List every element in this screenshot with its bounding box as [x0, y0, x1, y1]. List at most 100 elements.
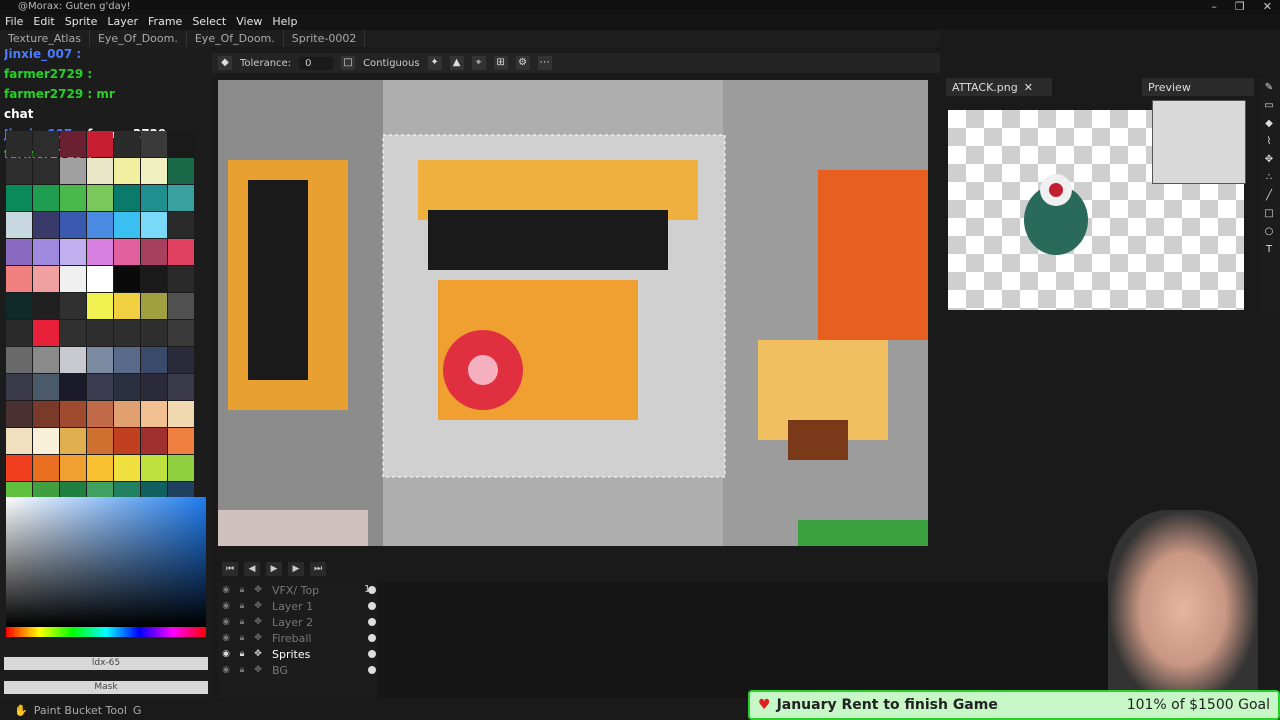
tab-sprite-0002[interactable]: Sprite-0002: [284, 30, 366, 47]
menu-layer[interactable]: Layer: [102, 14, 143, 30]
menu-sprite[interactable]: Sprite: [60, 14, 103, 30]
tolerance-input[interactable]: 0: [299, 56, 334, 70]
lock-icon[interactable]: 🔒︎: [234, 665, 250, 675]
menu-edit[interactable]: Edit: [28, 14, 59, 30]
palette-swatch[interactable]: [33, 320, 59, 346]
palette-swatch[interactable]: [6, 212, 32, 238]
palette-swatch[interactable]: [114, 374, 140, 400]
palette-swatch[interactable]: [168, 455, 194, 481]
mask-field[interactable]: Mask: [4, 681, 208, 694]
palette-swatch[interactable]: [6, 293, 32, 319]
palette-swatch[interactable]: [87, 212, 113, 238]
palette-swatch[interactable]: [114, 131, 140, 157]
palette-swatch[interactable]: [33, 131, 59, 157]
palette-swatch[interactable]: [60, 455, 86, 481]
palette-swatch[interactable]: [6, 455, 32, 481]
palette-swatch[interactable]: [114, 401, 140, 427]
palette-swatch[interactable]: [114, 455, 140, 481]
palette-swatch[interactable]: [168, 401, 194, 427]
lock-icon[interactable]: 🔒︎: [234, 617, 250, 627]
palette-swatch[interactable]: [60, 185, 86, 211]
eraser-icon[interactable]: ▭: [1263, 100, 1275, 114]
palette-swatch[interactable]: [33, 266, 59, 292]
palette-swatch[interactable]: [87, 374, 113, 400]
cel-dot[interactable]: [368, 618, 376, 626]
palette-swatch[interactable]: [141, 320, 167, 346]
menu-frame[interactable]: Frame: [143, 14, 187, 30]
palette-swatch[interactable]: [141, 158, 167, 184]
palette-swatch[interactable]: [60, 131, 86, 157]
rect-icon[interactable]: □: [1263, 208, 1275, 222]
palette-swatch[interactable]: [141, 131, 167, 157]
palette-swatch[interactable]: [60, 293, 86, 319]
palette-swatch[interactable]: [33, 401, 59, 427]
palette-swatch[interactable]: [141, 347, 167, 373]
palette-swatch[interactable]: [87, 320, 113, 346]
pencil-icon[interactable]: ✎: [1263, 82, 1275, 96]
cel-dot[interactable]: [368, 602, 376, 610]
play-icon[interactable]: ▶: [266, 562, 282, 576]
palette-swatch[interactable]: [87, 266, 113, 292]
palette-swatch[interactable]: [87, 158, 113, 184]
palette-swatch[interactable]: [141, 266, 167, 292]
palette-swatch[interactable]: [33, 455, 59, 481]
palette-swatch[interactable]: [168, 293, 194, 319]
palette-swatch[interactable]: [141, 401, 167, 427]
palette-swatch[interactable]: [6, 347, 32, 373]
palette-swatch[interactable]: [60, 239, 86, 265]
palette-swatch[interactable]: [60, 347, 86, 373]
pixel-perfect-icon[interactable]: ✦: [427, 56, 442, 70]
menu-help[interactable]: Help: [267, 14, 302, 30]
palette-swatch[interactable]: [87, 131, 113, 157]
lock-icon[interactable]: 🔒︎: [234, 633, 250, 643]
cel-dot[interactable]: [368, 650, 376, 658]
palette-swatch[interactable]: [33, 185, 59, 211]
palette-swatch[interactable]: [168, 266, 194, 292]
palette-swatch[interactable]: [87, 347, 113, 373]
layer-row[interactable]: ◉ 🔒︎ ✥ Sprites: [218, 646, 376, 662]
eye-icon[interactable]: ◉: [218, 585, 234, 595]
hex-field[interactable]: ldx-65: [4, 657, 208, 670]
first-frame-icon[interactable]: ⏮: [222, 562, 238, 576]
maximize-button[interactable]: ❐: [1235, 0, 1245, 13]
last-frame-icon[interactable]: ⏭: [310, 562, 326, 576]
palette-swatch[interactable]: [33, 374, 59, 400]
link-icon[interactable]: ✥: [250, 665, 266, 675]
eye-icon[interactable]: ◉: [218, 633, 234, 643]
palette-swatch[interactable]: [60, 401, 86, 427]
palette-swatch[interactable]: [87, 455, 113, 481]
move-icon[interactable]: ✥: [1263, 154, 1275, 168]
lock-icon[interactable]: 🔒︎: [234, 601, 250, 611]
palette-swatch[interactable]: [6, 320, 32, 346]
bucket-tool-icon[interactable]: ◆: [1263, 118, 1275, 132]
palette-swatch[interactable]: [168, 347, 194, 373]
palette-swatch[interactable]: [33, 347, 59, 373]
more-icon[interactable]: ⋯: [537, 56, 552, 70]
palette-swatch[interactable]: [6, 239, 32, 265]
palette-swatch[interactable]: [141, 374, 167, 400]
palette-swatch[interactable]: [60, 158, 86, 184]
palette-swatch[interactable]: [114, 347, 140, 373]
text-icon[interactable]: T: [1263, 244, 1275, 258]
palette-swatch[interactable]: [168, 185, 194, 211]
palette-swatch[interactable]: [141, 428, 167, 454]
palette-swatch[interactable]: [168, 374, 194, 400]
palette-swatch[interactable]: [6, 158, 32, 184]
prev-frame-icon[interactable]: ◀: [244, 562, 260, 576]
palette-swatch[interactable]: [87, 428, 113, 454]
frame-number[interactable]: 1: [364, 584, 370, 595]
palette-swatch[interactable]: [168, 158, 194, 184]
tab-eye-of-doom-2[interactable]: Eye_Of_Doom.: [187, 30, 284, 47]
layer-row[interactable]: ◉ 🔒︎ ✥ Layer 2: [218, 614, 376, 630]
palette-swatch[interactable]: [6, 374, 32, 400]
palette-swatch[interactable]: [6, 131, 32, 157]
palette-swatch[interactable]: [114, 239, 140, 265]
cel-dot[interactable]: [368, 634, 376, 642]
palette-swatch[interactable]: [33, 158, 59, 184]
stamp-icon[interactable]: ▲: [449, 56, 464, 70]
eye-icon[interactable]: ◉: [218, 649, 234, 659]
palette-swatch[interactable]: [87, 185, 113, 211]
lock-icon[interactable]: 🔒︎: [234, 649, 250, 659]
palette-swatch[interactable]: [60, 212, 86, 238]
palette-swatch[interactable]: [141, 293, 167, 319]
